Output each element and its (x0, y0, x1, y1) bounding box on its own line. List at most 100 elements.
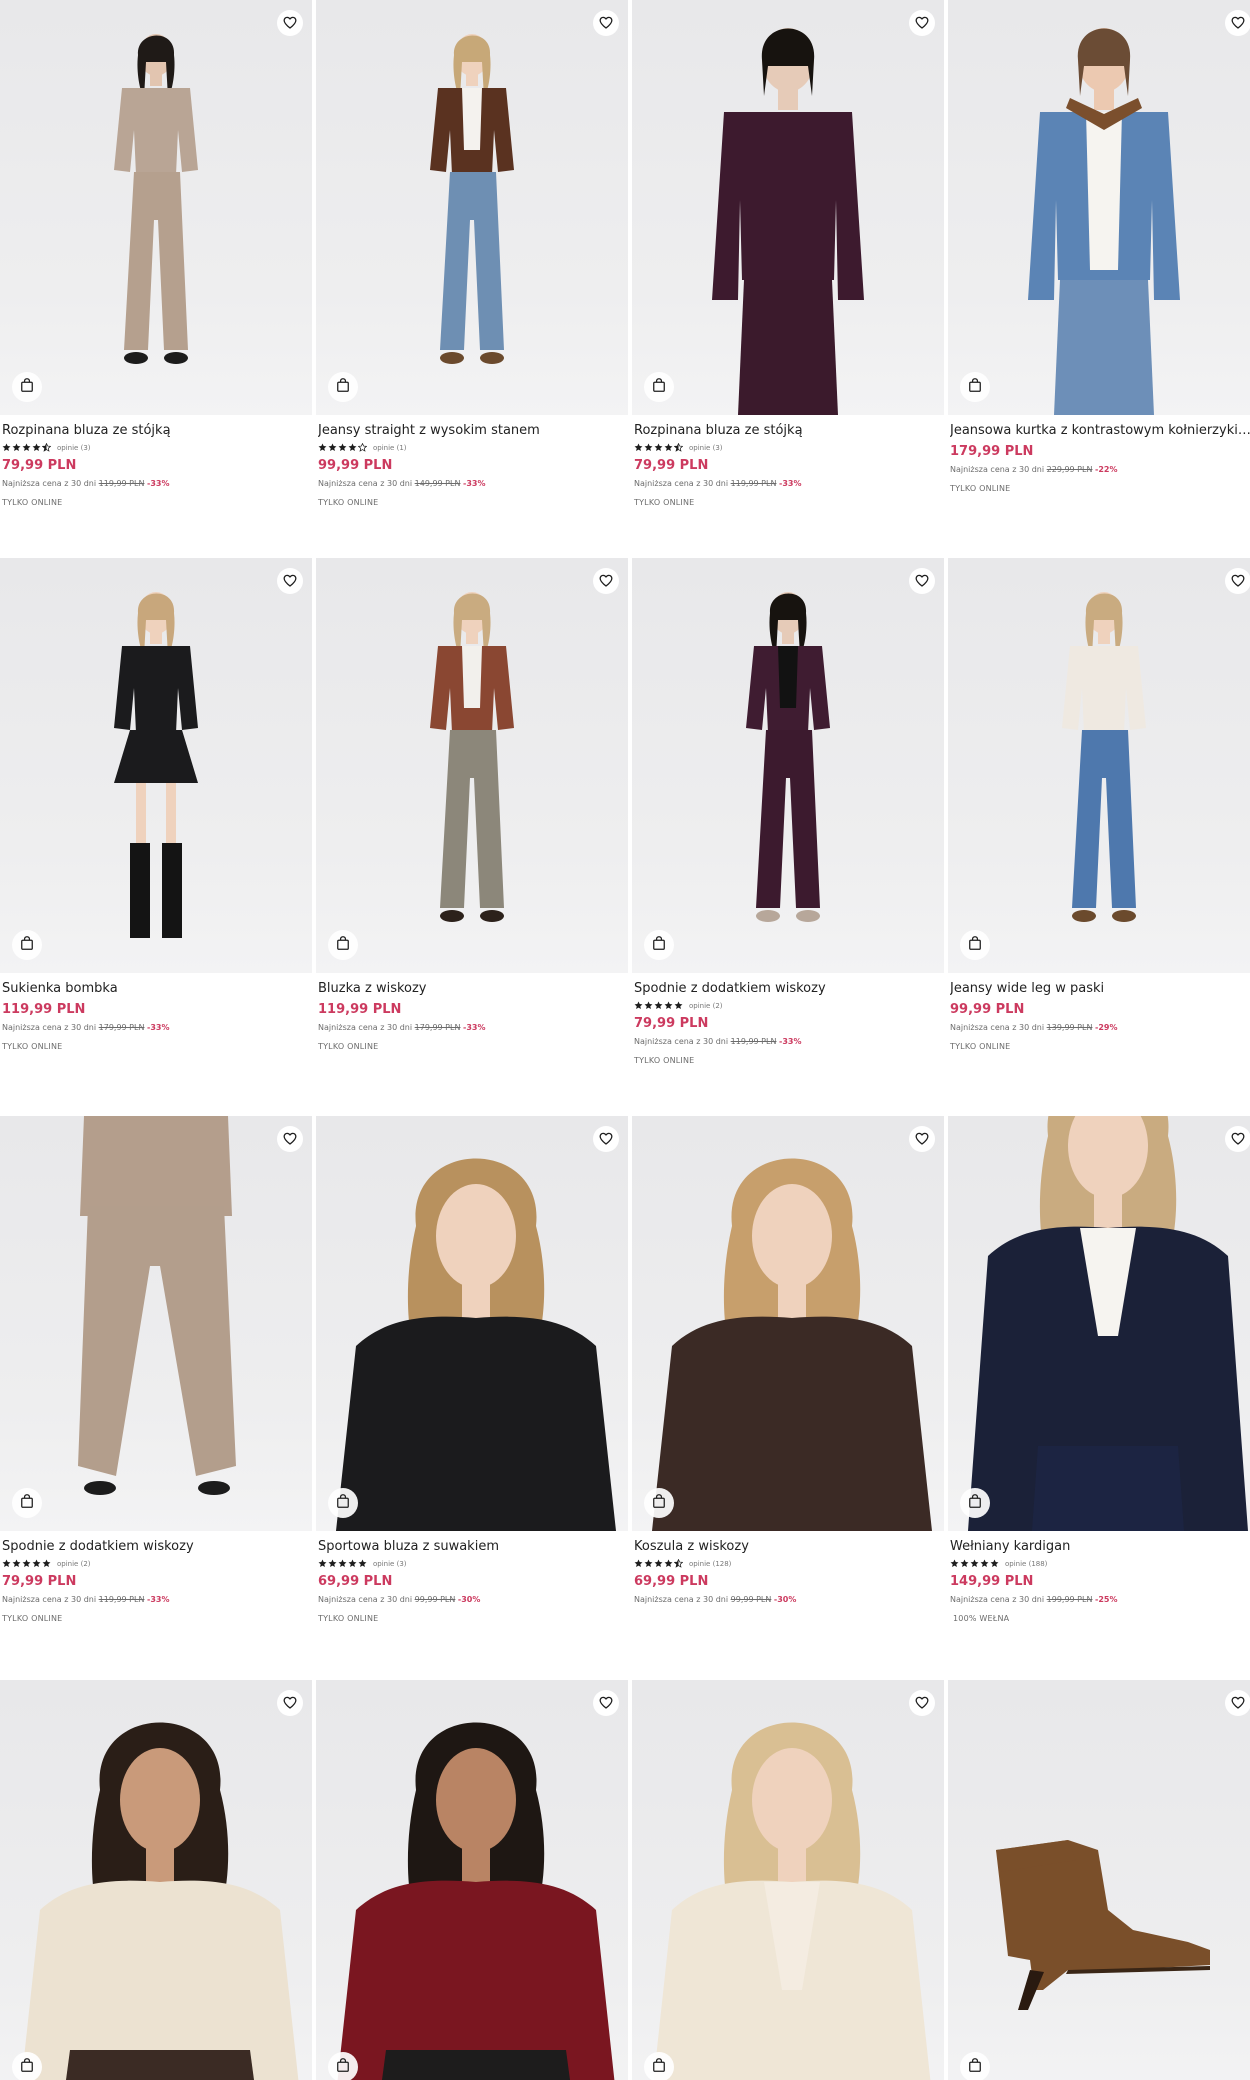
favorite-button[interactable] (909, 10, 935, 36)
review-count[interactable]: opinie (2) (689, 1001, 723, 1011)
product-image[interactable] (316, 1680, 628, 2080)
favorite-button[interactable] (593, 568, 619, 594)
add-to-bag-button[interactable] (328, 2052, 358, 2080)
product-image[interactable] (0, 558, 312, 973)
product-info: Jeansowa kurtka z kontrastowym kołnierzy… (948, 415, 1250, 494)
add-to-bag-button[interactable] (644, 2052, 674, 2080)
review-count[interactable]: opinie (1) (373, 443, 407, 453)
product-badge: TYLKO ONLINE (2, 1614, 63, 1623)
lowest-price-info: Najniższa cena z 30 dni 229,99 PLN -22% (950, 464, 1250, 475)
product-name[interactable]: Jeansowa kurtka z kontrastowym kołnierzy… (950, 423, 1250, 439)
add-to-bag-button[interactable] (960, 1488, 990, 1518)
star-outline-icon (358, 443, 367, 452)
product-image[interactable] (632, 1680, 944, 2080)
product-info: Rozpinana bluza ze stójką opinie (3) 79,99… (0, 415, 312, 508)
favorite-button[interactable] (1225, 10, 1250, 36)
favorite-button[interactable] (593, 1126, 619, 1152)
review-count[interactable]: opinie (3) (689, 443, 723, 453)
add-to-bag-button[interactable] (12, 372, 42, 402)
add-to-bag-button[interactable] (328, 1488, 358, 1518)
product-card[interactable]: Rozpinana bluza ze stójką opinie (3) 79,99… (0, 0, 312, 508)
favorite-button[interactable] (277, 10, 303, 36)
product-card[interactable] (632, 1680, 944, 2080)
shopping-bag-icon (968, 377, 982, 397)
favorite-button[interactable] (1225, 1690, 1250, 1716)
product-image[interactable] (632, 0, 944, 415)
favorite-button[interactable] (277, 568, 303, 594)
product-image[interactable] (0, 0, 312, 415)
favorite-button[interactable] (277, 1690, 303, 1716)
star-filled-icon (318, 1559, 327, 1568)
add-to-bag-button[interactable] (644, 372, 674, 402)
add-to-bag-button[interactable] (960, 930, 990, 960)
heart-outline-icon (915, 572, 929, 591)
favorite-button[interactable] (593, 1690, 619, 1716)
product-card[interactable]: Sukienka bombka 119,99 PLN Najniższa cena … (0, 558, 312, 1052)
add-to-bag-button[interactable] (328, 930, 358, 960)
product-card[interactable]: Spodnie z dodatkiem wiskozy opinie (2) 79,… (0, 1116, 312, 1624)
product-card[interactable]: Wełniany kardigan opinie (188) 149,99 PLN N… (948, 1116, 1250, 1624)
product-name[interactable]: Jeansy straight z wysokim stanem (318, 423, 626, 439)
favorite-button[interactable] (1225, 568, 1250, 594)
product-image[interactable] (948, 1680, 1250, 2080)
favorite-button[interactable] (1225, 1126, 1250, 1152)
product-image[interactable] (948, 1116, 1250, 1531)
product-name[interactable]: Bluzka z wiskozy (318, 981, 626, 997)
star-filled-icon (32, 1559, 41, 1568)
product-card[interactable]: Spodnie z dodatkiem wiskozy opinie (2) 79,… (632, 558, 944, 1066)
product-card[interactable]: Rozpinana bluza ze stójką opinie (3) 79,99… (632, 0, 944, 508)
add-to-bag-button[interactable] (12, 2052, 42, 2080)
favorite-button[interactable] (593, 10, 619, 36)
favorite-button[interactable] (909, 568, 935, 594)
add-to-bag-button[interactable] (644, 1488, 674, 1518)
product-name[interactable]: Koszula z wiskozy (634, 1539, 942, 1555)
lowest-price-label: Najniższa cena z 30 dni (634, 479, 729, 488)
product-name[interactable]: Jeansy wide leg w paski (950, 981, 1250, 997)
product-name[interactable]: Spodnie z dodatkiem wiskozy (2, 1539, 310, 1555)
favorite-button[interactable] (277, 1126, 303, 1152)
product-image[interactable] (316, 558, 628, 973)
star-filled-icon (664, 1001, 673, 1010)
product-card[interactable]: Jeansowa kurtka z kontrastowym kołnierzy… (948, 0, 1250, 494)
add-to-bag-button[interactable] (960, 2052, 990, 2080)
product-name[interactable]: Wełniany kardigan (950, 1539, 1250, 1555)
product-image[interactable] (316, 1116, 628, 1531)
favorite-button[interactable] (909, 1126, 935, 1152)
product-image[interactable] (316, 0, 628, 415)
favorite-button[interactable] (909, 1690, 935, 1716)
add-to-bag-button[interactable] (328, 372, 358, 402)
product-image[interactable] (0, 1116, 312, 1531)
product-image[interactable] (948, 0, 1250, 415)
product-card[interactable]: Sportowa bluza z suwakiem opinie (3) 69,99… (316, 1116, 628, 1624)
review-count[interactable]: opinie (128) (689, 1559, 731, 1569)
lowest-price-label: Najniższa cena z 30 dni (950, 1595, 1045, 1604)
add-to-bag-button[interactable] (644, 930, 674, 960)
shopping-bag-icon (968, 2057, 982, 2077)
product-name[interactable]: Sukienka bombka (2, 981, 310, 997)
product-name[interactable]: Spodnie z dodatkiem wiskozy (634, 981, 942, 997)
product-card[interactable] (0, 1680, 312, 2080)
add-to-bag-button[interactable] (960, 372, 990, 402)
star-filled-icon (22, 443, 31, 452)
star-filled-icon (950, 1559, 959, 1568)
product-card[interactable] (316, 1680, 628, 2080)
product-card[interactable]: Jeansy wide leg w paski 99,99 PLN Najniższ… (948, 558, 1250, 1052)
product-name[interactable]: Rozpinana bluza ze stójką (634, 423, 942, 439)
review-count[interactable]: opinie (3) (373, 1559, 407, 1569)
product-card[interactable] (948, 1680, 1250, 2080)
add-to-bag-button[interactable] (12, 930, 42, 960)
old-price: 119,99 PLN (730, 479, 777, 488)
product-name[interactable]: Sportowa bluza z suwakiem (318, 1539, 626, 1555)
product-image[interactable] (632, 558, 944, 973)
review-count[interactable]: opinie (2) (57, 1559, 91, 1569)
product-card[interactable]: Koszula z wiskozy opinie (128) 69,99 PLN Na… (632, 1116, 944, 1605)
product-name[interactable]: Rozpinana bluza ze stójką (2, 423, 310, 439)
product-card[interactable]: Jeansy straight z wysokim stanem opinie (… (316, 0, 628, 508)
product-card[interactable]: Bluzka z wiskozy 119,99 PLN Najniższa cena… (316, 558, 628, 1052)
product-image[interactable] (632, 1116, 944, 1531)
add-to-bag-button[interactable] (12, 1488, 42, 1518)
product-image[interactable] (0, 1680, 312, 2080)
review-count[interactable]: opinie (188) (1005, 1559, 1047, 1569)
product-image[interactable] (948, 558, 1250, 973)
review-count[interactable]: opinie (3) (57, 443, 91, 453)
